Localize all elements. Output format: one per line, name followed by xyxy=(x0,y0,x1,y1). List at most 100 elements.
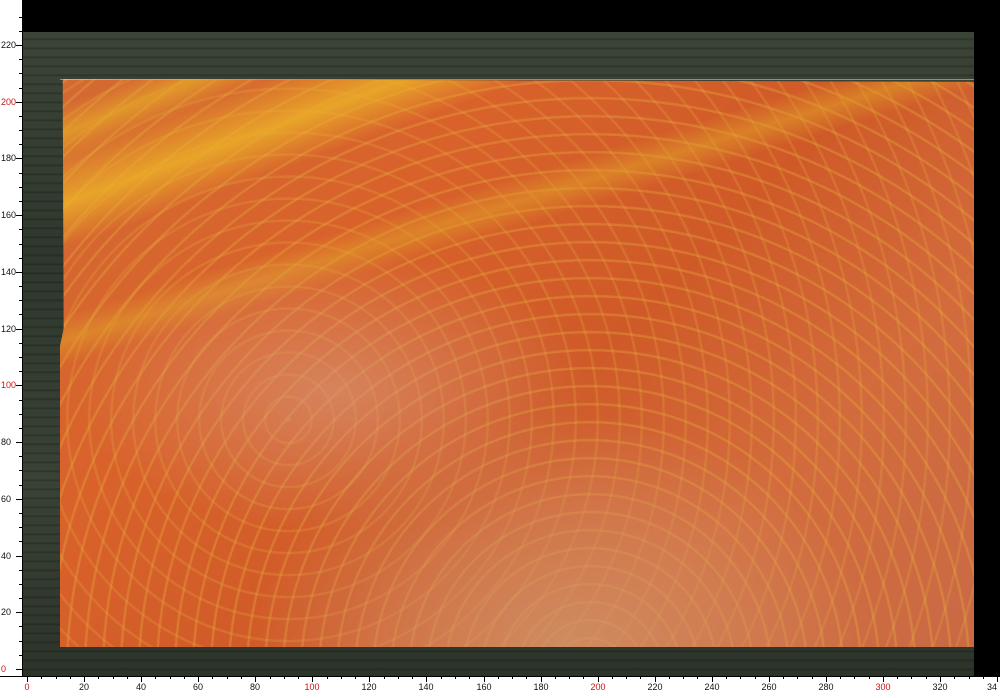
horizontal-ruler-minor-tick xyxy=(526,676,527,679)
horizontal-ruler-label: 180 xyxy=(533,682,549,692)
horizontal-ruler-tick xyxy=(997,676,998,682)
horizontal-ruler-minor-tick xyxy=(897,676,898,679)
horizontal-ruler-minor-tick xyxy=(683,676,684,679)
vertical-ruler-minor-tick xyxy=(19,527,22,528)
horizontal-ruler-minor-tick xyxy=(227,676,228,679)
vertical-ruler-minor-tick xyxy=(19,244,22,245)
horizontal-ruler-label: 0 xyxy=(24,682,30,692)
horizontal-ruler-minor-tick xyxy=(755,676,756,679)
horizontal-ruler-minor-tick xyxy=(56,676,57,679)
horizontal-ruler-minor-tick xyxy=(569,676,570,679)
vertical-ruler-tick xyxy=(16,385,22,386)
vertical-ruler-minor-tick xyxy=(19,584,22,585)
vertical-ruler-label: 20 xyxy=(1,607,12,617)
horizontal-ruler-minor-tick xyxy=(854,676,855,679)
horizontal-ruler-minor-tick xyxy=(926,676,927,679)
horizontal-ruler-minor-tick xyxy=(983,676,984,679)
vertical-ruler-minor-tick xyxy=(19,598,22,599)
horizontal-ruler-minor-tick xyxy=(113,676,114,679)
vertical-ruler-label: 40 xyxy=(1,551,12,561)
horizontal-ruler-label: 160 xyxy=(476,682,492,692)
horizontal-ruler-label: 260 xyxy=(761,682,777,692)
vertical-ruler-tick xyxy=(16,499,22,500)
horizontal-ruler-label: 40 xyxy=(135,682,147,692)
vertical-ruler-label: 200 xyxy=(1,97,17,107)
vertical-ruler-minor-tick xyxy=(19,31,22,32)
vertical-ruler-minor-tick xyxy=(19,470,22,471)
vertical-ruler-minor-tick xyxy=(19,655,22,656)
horizontal-ruler-minor-tick xyxy=(455,676,456,679)
horizontal-ruler-minor-tick xyxy=(212,676,213,679)
horizontal-ruler-minor-tick xyxy=(398,676,399,679)
horizontal-ruler-minor-tick xyxy=(384,676,385,679)
horizontal-ruler-minor-tick xyxy=(341,676,342,679)
horizontal-ruler-minor-tick xyxy=(412,676,413,679)
vertical-ruler-label: 80 xyxy=(1,437,12,447)
horizontal-ruler-minor-tick xyxy=(170,676,171,679)
horizontal-ruler-minor-tick xyxy=(127,676,128,679)
horizontal-ruler-label: 220 xyxy=(647,682,663,692)
vertical-ruler-label: 0 xyxy=(1,664,7,674)
vertical-ruler-minor-tick xyxy=(19,88,22,89)
vertical-ruler-label: 160 xyxy=(1,210,17,220)
horizontal-ruler-minor-tick xyxy=(869,676,870,679)
horizontal-ruler-minor-tick xyxy=(969,676,970,679)
vertical-ruler-minor-tick xyxy=(19,371,22,372)
vertical-ruler-minor-tick xyxy=(19,187,22,188)
vertical-ruler-minor-tick xyxy=(19,357,22,358)
horizontal-ruler-minor-tick xyxy=(669,676,670,679)
horizontal-ruler-minor-tick xyxy=(441,676,442,679)
vertical-ruler-minor-tick xyxy=(19,456,22,457)
vertical-ruler-tick xyxy=(16,669,22,670)
vertical-ruler-minor-tick xyxy=(19,173,22,174)
vertical-ruler-minor-tick xyxy=(19,258,22,259)
vertical-ruler-minor-tick xyxy=(19,286,22,287)
vertical-ruler-minor-tick xyxy=(19,414,22,415)
horizontal-ruler xyxy=(0,676,1000,698)
horizontal-ruler-minor-tick xyxy=(469,676,470,679)
vertical-ruler-minor-tick xyxy=(19,400,22,401)
vertical-ruler-minor-tick xyxy=(19,201,22,202)
horizontal-ruler-minor-tick xyxy=(327,676,328,679)
vertical-ruler-tick xyxy=(16,442,22,443)
vertical-ruler-tick xyxy=(16,45,22,46)
vertical-ruler-minor-tick xyxy=(19,17,22,18)
vertical-ruler-minor-tick xyxy=(19,229,22,230)
vertical-ruler-tick xyxy=(16,272,22,273)
vertical-ruler-minor-tick xyxy=(19,513,22,514)
vertical-ruler-label: 220 xyxy=(1,40,17,50)
horizontal-ruler-minor-tick xyxy=(155,676,156,679)
vertical-ruler-tick xyxy=(16,556,22,557)
horizontal-ruler-label: 140 xyxy=(418,682,434,692)
slab-photo xyxy=(22,0,1000,676)
vertical-ruler-label: 180 xyxy=(1,153,17,163)
horizontal-ruler-minor-tick xyxy=(70,676,71,679)
horizontal-ruler-label: 200 xyxy=(590,682,606,692)
vertical-ruler-minor-tick xyxy=(19,485,22,486)
vertical-ruler-minor-tick xyxy=(19,73,22,74)
horizontal-ruler-minor-tick xyxy=(241,676,242,679)
vertical-ruler-minor-tick xyxy=(19,144,22,145)
horizontal-ruler-minor-tick xyxy=(184,676,185,679)
vertical-ruler-minor-tick xyxy=(19,314,22,315)
horizontal-ruler-label: 20 xyxy=(78,682,90,692)
horizontal-ruler-label: 80 xyxy=(249,682,261,692)
vertical-ruler-minor-tick xyxy=(19,300,22,301)
horizontal-ruler-minor-tick xyxy=(512,676,513,679)
horizontal-ruler-minor-tick xyxy=(284,676,285,679)
horizontal-ruler-minor-tick xyxy=(583,676,584,679)
horizontal-ruler-minor-tick xyxy=(98,676,99,679)
horizontal-ruler-minor-tick xyxy=(270,676,271,679)
horizontal-ruler-minor-tick xyxy=(355,676,356,679)
vertical-ruler-label: 120 xyxy=(1,324,17,334)
vertical-ruler-tick xyxy=(16,215,22,216)
horizontal-ruler-minor-tick xyxy=(298,676,299,679)
vertical-ruler-tick xyxy=(16,612,22,613)
horizontal-ruler-minor-tick xyxy=(41,676,42,679)
horizontal-ruler-minor-tick xyxy=(740,676,741,679)
horizontal-ruler-minor-tick xyxy=(498,676,499,679)
vertical-ruler-minor-tick xyxy=(19,130,22,131)
horizontal-ruler-label: 240 xyxy=(704,682,720,692)
horizontal-ruler-label: 60 xyxy=(192,682,204,692)
horizontal-ruler-minor-tick xyxy=(840,676,841,679)
